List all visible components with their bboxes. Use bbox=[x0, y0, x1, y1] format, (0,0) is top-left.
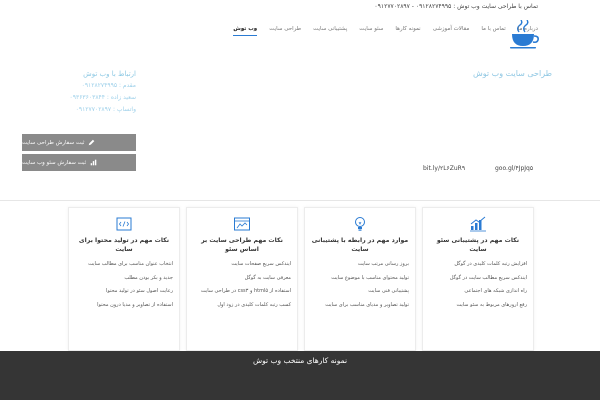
card-title: نکات مهم در پشتیبانی سئو سایت bbox=[436, 237, 520, 253]
list-item: تولید محتوای مناسب با موضوع سایت bbox=[331, 274, 409, 281]
topbar-contact-text: تماس با طراحی سایت وب توش : ۰۹۱۲۸۲۷۴۹۹۵ … bbox=[374, 3, 538, 10]
contact-block: ارتباط با وب توش مقدم : ۰۹۱۲۸۲۷۴۹۹۵ سعید… bbox=[56, 68, 136, 116]
short-link-right[interactable]: goo.gl/۴JpJq۵ bbox=[495, 165, 533, 172]
code-icon bbox=[116, 217, 132, 231]
contact-line: مقدم : ۰۹۱۲۸۲۷۴۹۹۵ bbox=[81, 82, 136, 89]
card-site-support: موارد مهم در رابطه با پشتیبانی سایت بروز… bbox=[304, 207, 416, 351]
order-seo-label: ثبت سفارش سئو وب سایت bbox=[22, 159, 87, 166]
contact-heading: ارتباط با وب توش bbox=[83, 70, 136, 78]
contact-line: سعید زاده : ۰۹۳۶۳۶۰۳۸۴۴ bbox=[69, 94, 136, 101]
card-design-seo: نکات مهم طراحی سایت بر اساس سئو ایندکس س… bbox=[186, 207, 298, 351]
order-design-button[interactable]: ثبت سفارش طراحی سایت bbox=[22, 134, 136, 151]
nav-item-about[interactable]: درباره ما bbox=[518, 26, 538, 36]
portfolio-title: نمونه کارهای منتخب وب توش bbox=[252, 356, 348, 365]
short-link-right-text: goo.gl/۴JpJq۵ bbox=[495, 165, 534, 172]
section-divider bbox=[0, 200, 600, 201]
list-item: تولید تصاویر و مدیای مناسب برای سایت bbox=[325, 301, 409, 308]
list-item: معرفی سایت به گوگل bbox=[244, 274, 291, 281]
bar-chart-icon bbox=[90, 159, 97, 166]
card-title: موارد مهم در رابطه با پشتیبانی سایت bbox=[311, 237, 409, 253]
card-seo-support: نکات مهم در پشتیبانی سئو سایت افزایش رتب… bbox=[422, 207, 534, 351]
nav-item-home[interactable]: وب توش bbox=[233, 26, 257, 36]
short-link-left-text: bit.ly/۲L۶ZuR۹ bbox=[423, 165, 466, 172]
main-nav: وب توش طراحی سایت پشتیبانی سایت سئو سایت… bbox=[233, 26, 538, 36]
lightbulb-icon bbox=[355, 217, 365, 231]
site-header: وب توش طراحی سایت پشتیبانی سایت سئو سایت… bbox=[0, 14, 600, 54]
nav-item-web-design[interactable]: طراحی سایت bbox=[269, 26, 301, 36]
list-item: کسب رتبه کلمات کلیدی در زود اول bbox=[217, 301, 291, 308]
pencil-icon bbox=[88, 139, 95, 146]
chart-up-icon bbox=[470, 216, 486, 232]
list-item: افزایش رتبه کلمات کلیدی در گوگل bbox=[454, 261, 527, 267]
list-item: ایندکس سریع مطالب سایت در گوگل bbox=[449, 274, 527, 281]
list-item: جدید و بکر بودن مطلب bbox=[124, 274, 173, 281]
list-item: پشتیبانی فنی سایت bbox=[368, 288, 409, 294]
nav-item-articles[interactable]: مقالات آموزشی bbox=[433, 26, 470, 36]
list-item: استفاده از تصاویر و مدیا درون محتوا bbox=[97, 301, 173, 308]
contact-line: واتساپ : ۰۹۱۲۷۷۰۲۸۹۷ bbox=[75, 106, 136, 113]
order-design-label: ثبت سفارش طراحی سایت bbox=[22, 139, 85, 146]
list-item: راه اندازی شبکه های اجتماعی bbox=[464, 288, 527, 294]
web-window-icon bbox=[234, 217, 250, 231]
nav-item-portfolio[interactable]: نمونه کارها bbox=[395, 26, 420, 36]
list-item: بروز رسانی مرتب سایت bbox=[357, 261, 409, 267]
nav-item-support[interactable]: پشتیبانی سایت bbox=[313, 26, 347, 36]
list-item: استفاده از html۵ و css۳ در طراحی سایت bbox=[200, 288, 291, 294]
nav-item-seo[interactable]: سئو سایت bbox=[359, 26, 383, 36]
list-item: ایندکس سریع صفحات سایت bbox=[231, 261, 291, 267]
list-item: انتخاب عنوان مناسب برای مطالب سایت bbox=[88, 261, 173, 267]
card-title: نکات مهم طراحی سایت بر اساس سئو bbox=[201, 237, 283, 253]
list-item: رفع ارورهای مربوط به سئو سایت bbox=[456, 301, 527, 308]
feature-cards: نکات مهم در پشتیبانی سئو سایت افزایش رتب… bbox=[66, 207, 534, 351]
card-content: نکات مهم در تولید محتوا برای سایت انتخاب… bbox=[68, 207, 180, 351]
card-title: نکات مهم در تولید محتوا برای سایت bbox=[78, 237, 170, 253]
hero-title: طراحی سایت وب توش bbox=[473, 69, 552, 78]
order-seo-button[interactable]: ثبت سفارش سئو وب سایت bbox=[22, 154, 136, 171]
list-item: رعایت اصول سئو در تولید محتوا bbox=[106, 288, 173, 294]
nav-item-contact[interactable]: تماس با ما bbox=[481, 26, 505, 36]
order-buttons: ثبت سفارش طراحی سایت ثبت سفارش سئو وب سا… bbox=[22, 134, 136, 174]
short-link-left[interactable]: bit.ly/۲L۶ZuR۹ bbox=[423, 165, 465, 172]
top-bar: تماس با طراحی سایت وب توش : ۰۹۱۲۸۲۷۴۹۹۵ … bbox=[0, 0, 600, 14]
